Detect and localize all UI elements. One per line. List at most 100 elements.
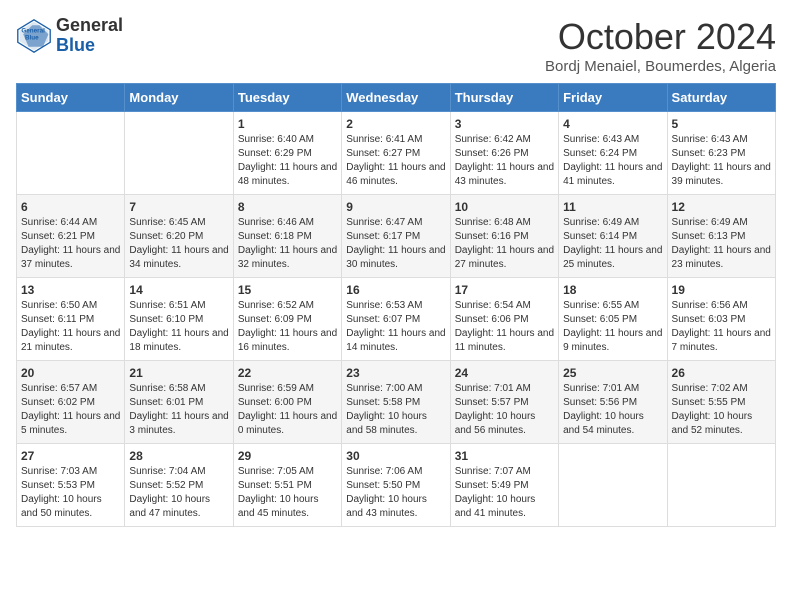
calendar-cell: 10Sunrise: 6:48 AMSunset: 6:16 PMDayligh…	[450, 195, 558, 278]
day-number: 19	[672, 283, 771, 297]
calendar-week-2: 6Sunrise: 6:44 AMSunset: 6:21 PMDaylight…	[17, 195, 776, 278]
cell-info: Daylight: 10 hours and 52 minutes.	[672, 410, 771, 438]
calendar-cell: 23Sunrise: 7:00 AMSunset: 5:58 PMDayligh…	[342, 361, 450, 444]
cell-info: Sunrise: 6:40 AM	[238, 133, 337, 147]
calendar-cell	[17, 112, 125, 195]
day-number: 2	[346, 117, 445, 131]
day-number: 30	[346, 449, 445, 463]
calendar-cell: 12Sunrise: 6:49 AMSunset: 6:13 PMDayligh…	[667, 195, 775, 278]
day-number: 22	[238, 366, 337, 380]
cell-info: Sunset: 5:52 PM	[129, 479, 228, 493]
location-subtitle: Bordj Menaiel, Boumerdes, Algeria	[545, 58, 776, 75]
cell-info: Sunrise: 6:42 AM	[455, 133, 554, 147]
calendar-week-3: 13Sunrise: 6:50 AMSunset: 6:11 PMDayligh…	[17, 278, 776, 361]
day-number: 5	[672, 117, 771, 131]
cell-info: Sunset: 6:17 PM	[346, 230, 445, 244]
cell-info: Sunrise: 6:58 AM	[129, 382, 228, 396]
cell-info: Sunset: 5:51 PM	[238, 479, 337, 493]
cell-info: Sunrise: 6:43 AM	[672, 133, 771, 147]
calendar-cell: 6Sunrise: 6:44 AMSunset: 6:21 PMDaylight…	[17, 195, 125, 278]
calendar-cell: 18Sunrise: 6:55 AMSunset: 6:05 PMDayligh…	[559, 278, 667, 361]
calendar-cell: 26Sunrise: 7:02 AMSunset: 5:55 PMDayligh…	[667, 361, 775, 444]
calendar-week-4: 20Sunrise: 6:57 AMSunset: 6:02 PMDayligh…	[17, 361, 776, 444]
cell-info: Sunset: 6:07 PM	[346, 313, 445, 327]
cell-info: Daylight: 10 hours and 58 minutes.	[346, 410, 445, 438]
cell-info: Sunrise: 7:03 AM	[21, 465, 120, 479]
logo: General Blue General Blue	[16, 16, 123, 56]
header-row: SundayMondayTuesdayWednesdayThursdayFrid…	[17, 84, 776, 112]
cell-info: Sunset: 6:03 PM	[672, 313, 771, 327]
cell-info: Daylight: 11 hours and 16 minutes.	[238, 327, 337, 355]
cell-info: Sunrise: 6:54 AM	[455, 299, 554, 313]
day-number: 14	[129, 283, 228, 297]
cell-info: Daylight: 10 hours and 50 minutes.	[21, 493, 120, 521]
day-number: 23	[346, 366, 445, 380]
day-number: 24	[455, 366, 554, 380]
day-header-monday: Monday	[125, 84, 233, 112]
calendar-cell: 27 Sunrise: 7:03 AMSunset: 5:53 PMDayligh…	[17, 444, 125, 527]
calendar-cell: 22Sunrise: 6:59 AMSunset: 6:00 PMDayligh…	[233, 361, 341, 444]
calendar-cell: 25Sunrise: 7:01 AMSunset: 5:56 PMDayligh…	[559, 361, 667, 444]
calendar-week-5: 27Sunrise: 7:03 AMSunset: 5:53 PMDayligh…	[17, 444, 776, 527]
cell-info: Daylight: 11 hours and 21 minutes.	[21, 327, 120, 355]
calendar-body: 1Sunrise: 6:40 AMSunset: 6:29 PMDaylight…	[17, 112, 776, 527]
calendar-cell: 11Sunrise: 6:49 AMSunset: 6:14 PMDayligh…	[559, 195, 667, 278]
cell-info: Sunset: 6:20 PM	[129, 230, 228, 244]
calendar-cell	[667, 444, 775, 527]
calendar-cell	[125, 112, 233, 195]
cell-info: Sunrise: 7:02 AM	[672, 382, 771, 396]
day-header-wednesday: Wednesday	[342, 84, 450, 112]
day-number: 4	[563, 117, 662, 131]
day-number: 3	[455, 117, 554, 131]
cell-info: Sunrise: 6:49 AM	[563, 216, 662, 230]
calendar-cell: 4Sunrise: 6:43 AMSunset: 6:24 PMDaylight…	[559, 112, 667, 195]
cell-info: Sunset: 6:09 PM	[238, 313, 337, 327]
calendar-table: SundayMondayTuesdayWednesdayThursdayFrid…	[16, 83, 776, 527]
cell-info: Sunset: 6:00 PM	[238, 396, 337, 410]
day-number: 13	[21, 283, 120, 297]
calendar-cell: 16Sunrise: 6:53 AMSunset: 6:07 PMDayligh…	[342, 278, 450, 361]
cell-info: Sunrise: 7:01 AM	[455, 382, 554, 396]
day-number: 15	[238, 283, 337, 297]
day-number: 20	[21, 366, 120, 380]
cell-info: Sunset: 6:05 PM	[563, 313, 662, 327]
day-header-saturday: Saturday	[667, 84, 775, 112]
cell-info: Sunset: 5:57 PM	[455, 396, 554, 410]
day-number: 28	[129, 449, 228, 463]
svg-text:General: General	[21, 27, 45, 34]
cell-info: Sunset: 6:06 PM	[455, 313, 554, 327]
cell-info: Sunrise: 6:57 AM	[21, 382, 120, 396]
cell-info: Daylight: 11 hours and 37 minutes.	[21, 244, 120, 272]
cell-info: Sunset: 6:16 PM	[455, 230, 554, 244]
day-number: 31	[455, 449, 554, 463]
day-number: 9	[346, 200, 445, 214]
day-number: 18	[563, 283, 662, 297]
cell-info: Daylight: 11 hours and 14 minutes.	[346, 327, 445, 355]
calendar-cell	[559, 444, 667, 527]
cell-info: Sunrise: 6:45 AM	[129, 216, 228, 230]
cell-info: Daylight: 11 hours and 5 minutes.	[21, 410, 120, 438]
day-header-thursday: Thursday	[450, 84, 558, 112]
cell-info: Daylight: 10 hours and 43 minutes.	[346, 493, 445, 521]
cell-info: Sunrise: 6:44 AM	[21, 216, 120, 230]
cell-info: Sunset: 6:02 PM	[21, 396, 120, 410]
cell-info: Daylight: 11 hours and 11 minutes.	[455, 327, 554, 355]
day-number: 26	[672, 366, 771, 380]
day-number: 27	[21, 449, 120, 463]
day-header-tuesday: Tuesday	[233, 84, 341, 112]
cell-info: Daylight: 11 hours and 25 minutes.	[563, 244, 662, 272]
cell-info: Sunrise: 7:06 AM	[346, 465, 445, 479]
cell-info: Sunrise: 6:53 AM	[346, 299, 445, 313]
cell-info: Daylight: 11 hours and 30 minutes.	[346, 244, 445, 272]
cell-info: Sunset: 5:53 PM	[21, 479, 120, 493]
day-header-sunday: Sunday	[17, 84, 125, 112]
page-header: General Blue General Blue October 2024 B…	[16, 16, 776, 75]
day-number: 6	[21, 200, 120, 214]
logo-icon: General Blue	[16, 18, 52, 54]
calendar-cell: 17Sunrise: 6:54 AMSunset: 6:06 PMDayligh…	[450, 278, 558, 361]
day-number: 8	[238, 200, 337, 214]
cell-info: Daylight: 10 hours and 47 minutes.	[129, 493, 228, 521]
cell-info: Daylight: 11 hours and 48 minutes.	[238, 161, 337, 189]
cell-info: Daylight: 10 hours and 45 minutes.	[238, 493, 337, 521]
day-number: 10	[455, 200, 554, 214]
